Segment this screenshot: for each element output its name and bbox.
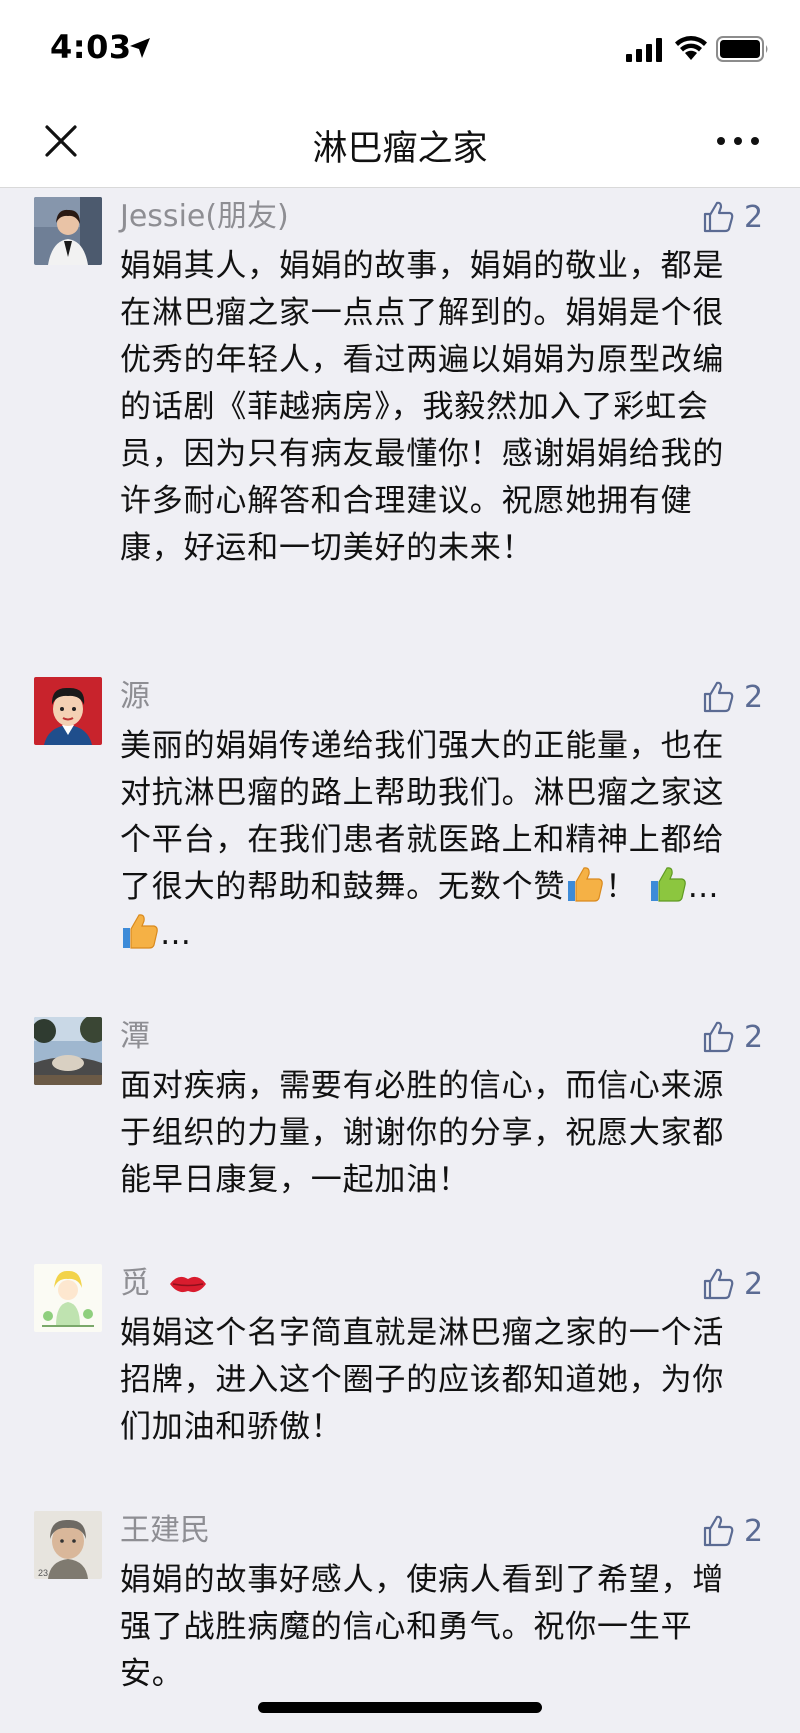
like-count: 2 (744, 199, 764, 235)
comment-text-ellipsis: … (160, 916, 192, 952)
comment-item: 觅 2 娟娟这个名字简直就是淋巴瘤之家的一个活招牌，进入这个圈子的应该都知道她，… (0, 1264, 800, 1474)
comment-text: 娟娟的故事好感人，使病人看到了希望，增强了战胜病魔的信心和勇气。祝你一生平安。 (120, 1562, 725, 1692)
like-count: 2 (744, 1266, 764, 1302)
more-icon (717, 137, 759, 145)
comment-item: Jessie(朋友) 2 娟娟其人，娟娟的故事，娟娟的敬业，都是在淋巴瘤之家一点… (0, 197, 800, 637)
comment-item: 潭 2 面对疾病，需要有必胜的信心，而信心来源于组织的力量，谢谢你的分享，祝愿大… (0, 1017, 800, 1227)
status-time: 4:03 (50, 28, 132, 66)
avatar (34, 197, 102, 265)
battery-icon (716, 36, 768, 62)
thumbs-up-icon (703, 1268, 734, 1300)
avatar-badge: 23 (38, 1568, 48, 1578)
like-button[interactable]: 2 (700, 195, 790, 239)
status-bar: 4:03 (0, 0, 800, 96)
nav-bar: 淋巴瘤之家 (0, 96, 800, 188)
like-button[interactable]: 2 (700, 1509, 790, 1553)
thumbs-up-icon (703, 201, 734, 233)
thumbs-up-emoji-icon (568, 867, 603, 902)
cellular-signal-icon (626, 38, 662, 62)
avatar (34, 677, 102, 745)
thumbs-up-icon (703, 1515, 734, 1547)
home-indicator[interactable] (258, 1702, 542, 1713)
thumbs-up-icon (703, 1021, 734, 1053)
like-count: 2 (744, 1513, 764, 1549)
comment-text-separator: ！ (605, 869, 648, 905)
comment-text: 面对疾病，需要有必胜的信心，而信心来源于组织的力量，谢谢你的分享，祝愿大家都能早… (120, 1068, 725, 1198)
page-title: 淋巴瘤之家 (312, 129, 488, 169)
close-button[interactable] (36, 116, 86, 166)
comment-author-name: 觅 (120, 1266, 150, 1301)
avatar: 23 (34, 1511, 102, 1579)
comment-item: 23 王建民 2 娟娟的故事好感人，使病人看到了希望，增强了战胜病魔的信心和勇气… (0, 1511, 800, 1721)
wifi-icon (675, 36, 707, 60)
comment-author: Jessie(朋友) (120, 199, 289, 234)
comment-text-ellipsis: … (687, 869, 720, 905)
location-arrow-icon (130, 38, 150, 58)
comment-text: 娟娟这个名字简直就是淋巴瘤之家的一个活招牌，进入这个圈子的应该都知道她，为你们加… (120, 1315, 725, 1445)
comment-text: 娟娟其人，娟娟的故事，娟娟的敬业，都是在淋巴瘤之家一点点了解到的。娟娟是个很优秀… (120, 248, 725, 566)
more-options-button[interactable] (708, 116, 768, 166)
avatar (34, 1017, 102, 1085)
kiss-lips-icon (169, 1276, 206, 1293)
thumbs-up-emoji-icon (650, 867, 686, 902)
comment-item: 源 2 美丽的娟娟传递给我们强大的正能量，也在对抗淋巴瘤的路上帮助我们。淋巴瘤之… (0, 677, 800, 977)
comment-author: 潭 (120, 1019, 150, 1054)
avatar (34, 1264, 102, 1332)
like-button[interactable]: 2 (700, 1262, 790, 1306)
comment-text: 美丽的娟娟传递给我们强大的正能量，也在对抗淋巴瘤的路上帮助我们。淋巴瘤之家这个平… (120, 723, 730, 958)
like-button[interactable]: 2 (700, 675, 790, 719)
like-count: 2 (744, 1019, 764, 1055)
like-count: 2 (744, 679, 764, 715)
comment-author: 源 (120, 679, 150, 714)
thumbs-up-emoji-icon (123, 914, 158, 949)
comment-author: 王建民 (120, 1513, 210, 1548)
like-button[interactable]: 2 (700, 1015, 790, 1059)
thumbs-up-icon (703, 681, 734, 713)
comment-author: 觅 (120, 1264, 208, 1304)
comment-list: Jessie(朋友) 2 娟娟其人，娟娟的故事，娟娟的敬业，都是在淋巴瘤之家一点… (0, 189, 800, 1733)
close-icon (45, 125, 77, 157)
